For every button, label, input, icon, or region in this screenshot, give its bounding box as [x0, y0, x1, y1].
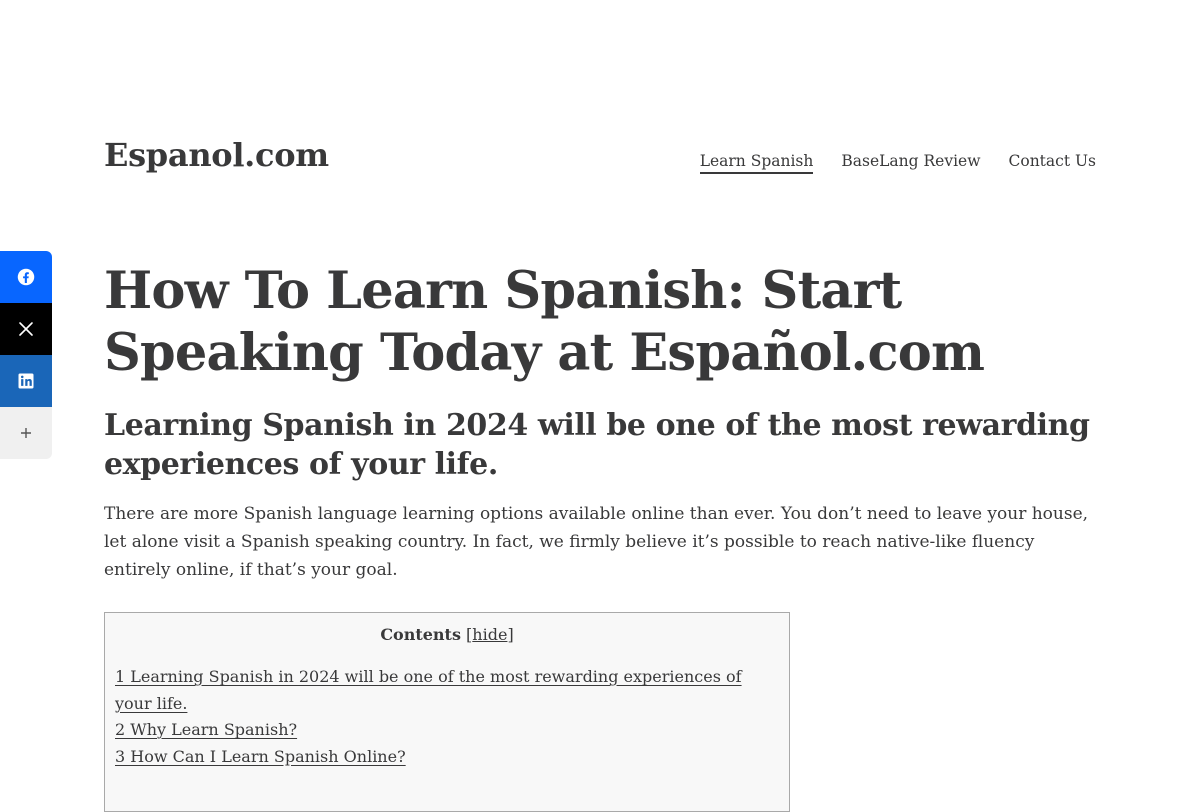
toc-header: Contents [hide]: [115, 625, 779, 644]
toc-list: 1 Learning Spanish in 2024 will be one o…: [115, 664, 779, 770]
site-title[interactable]: Espanol.com: [104, 136, 329, 174]
linkedin-share-button[interactable]: [0, 355, 52, 407]
more-share-button[interactable]: [0, 407, 52, 459]
linkedin-icon: [18, 373, 34, 389]
facebook-share-button[interactable]: [0, 251, 52, 303]
nav-item-contact-us[interactable]: Contact Us: [1009, 152, 1097, 174]
list-item: 3 How Can I Learn Spanish Online?: [115, 744, 779, 771]
x-icon: [19, 322, 33, 336]
list-item: 1 Learning Spanish in 2024 will be one o…: [115, 664, 779, 717]
nav-item-learn-spanish[interactable]: Learn Spanish: [699, 152, 814, 174]
toc-link[interactable]: 1 Learning Spanish in 2024 will be one o…: [115, 667, 742, 713]
plus-icon: [21, 428, 31, 438]
social-share-bar: [0, 251, 52, 459]
x-share-button[interactable]: [0, 303, 52, 355]
toc-hide-toggle[interactable]: hide: [472, 625, 507, 644]
toc-bracket-close: ]: [507, 625, 514, 644]
toc-link[interactable]: 3 How Can I Learn Spanish Online?: [115, 747, 406, 766]
nav-item-baselang-review[interactable]: BaseLang Review: [841, 152, 980, 174]
toc-title: Contents: [380, 625, 461, 644]
facebook-icon: [17, 268, 35, 286]
intro-paragraph: There are more Spanish language learning…: [104, 504, 1089, 580]
article-subheading: Learning Spanish in 2024 will be one of …: [104, 408, 1090, 482]
main-nav: Learn Spanish BaseLang Review Contact Us: [699, 152, 1097, 174]
toc-link[interactable]: 2 Why Learn Spanish?: [115, 720, 297, 739]
table-of-contents: Contents [hide] 1 Learning Spanish in 20…: [104, 612, 790, 812]
page-title: How To Learn Spanish: Start Speaking Tod…: [104, 261, 985, 383]
article-content: How To Learn Spanish: Start Speaking Tod…: [104, 260, 1100, 812]
